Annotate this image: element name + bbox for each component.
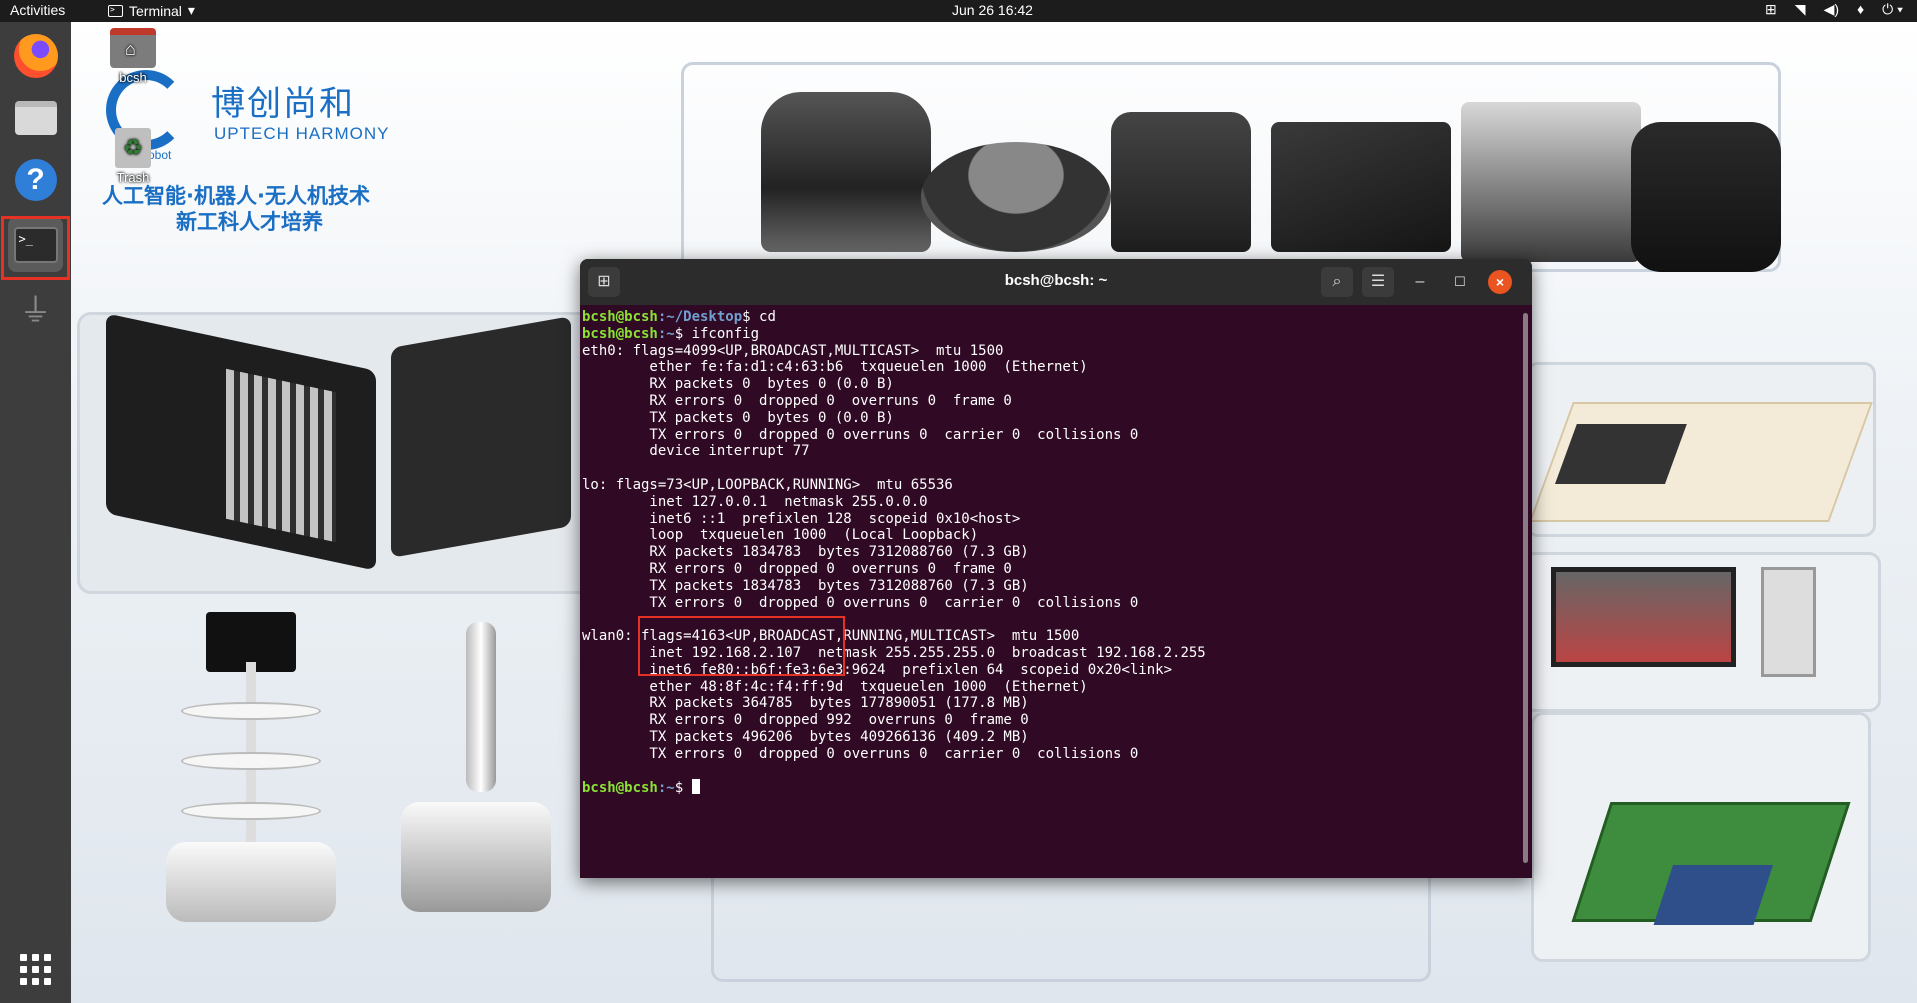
tagline-2: 新工科人才培养: [176, 210, 323, 234]
search-icon: ⌕: [1332, 273, 1342, 290]
minimize-button[interactable]: –: [1406, 269, 1434, 295]
text-cursor: [691, 779, 700, 795]
workbench-image: [1571, 802, 1851, 925]
terminal-icon: >: [108, 4, 123, 17]
output-line: RX packets 0 bytes 0 (0.0 B): [582, 376, 894, 393]
output-line: device interrupt 77: [582, 443, 810, 460]
chevron-down-icon: ▾: [187, 2, 195, 18]
desktop-icon-label: bcsh: [119, 70, 147, 85]
prompt-path: :~/Desktop: [657, 309, 743, 325]
home-folder-icon: [110, 28, 156, 68]
output-line: lo: flags=73<UP,LOOPBACK,RUNNING> mtu 65…: [582, 476, 953, 493]
output-line: RX packets 364785 bytes 177890051 (177.8…: [582, 695, 1029, 712]
prompt-path: :~: [657, 780, 675, 797]
output-line: inet 127.0.0.1 netmask 255.0.0.0: [582, 493, 928, 510]
power-icon[interactable]: ⏻ ▾: [1882, 1, 1903, 18]
output-line: loop txqueuelen 1000 (Local Loopback): [582, 527, 979, 544]
output-line: RX packets 1834783 bytes 7312088760 (7.3…: [582, 544, 1029, 561]
help-icon: ?: [14, 158, 57, 201]
output-line: TX packets 1834783 bytes 7312088760 (7.3…: [582, 577, 1029, 594]
search-button[interactable]: ⌕: [1321, 267, 1353, 297]
robot-image: [921, 142, 1111, 252]
highlight-box-dock: [1, 216, 70, 280]
service-robot-image: [161, 602, 336, 922]
minimize-icon: –: [1415, 273, 1425, 290]
logo-en-text: UPTECH HARMONY: [214, 124, 390, 143]
terminal-titlebar[interactable]: ⊞ bcsh@bcsh: ~ ⌕ ☰ – ☐ ×: [580, 259, 1532, 305]
command-text: $ cd: [742, 309, 776, 325]
robot-image: [1461, 102, 1641, 262]
output-line: TX errors 0 dropped 0 overruns 0 carrier…: [582, 426, 1139, 443]
desktop-icon-home[interactable]: bcsh: [103, 28, 163, 85]
robot-arm-image: [401, 602, 551, 922]
output-line: RX errors 0 dropped 0 overruns 0 frame 0: [582, 560, 1012, 577]
robot-image: [1631, 122, 1781, 272]
app-grid-icon: [20, 954, 51, 985]
terminal-line: bcsh@bcsh:~/Desktop$ cd: [582, 309, 1520, 326]
logo-cn-text: 博创尚和: [211, 84, 355, 124]
maximize-button[interactable]: ☐: [1446, 269, 1474, 295]
clock[interactable]: Jun 26 16:42: [952, 2, 1033, 18]
scrollbar[interactable]: [1523, 313, 1528, 863]
prompt-path: :~: [657, 325, 675, 342]
terminal-output[interactable]: bcsh@bcsh:~/Desktop$ cd bcsh@bcsh:~$ ifco…: [582, 305, 1520, 878]
mic-icon[interactable]: ♦: [1857, 1, 1864, 18]
prompt-user: bcsh@bcsh: [582, 309, 658, 325]
app-menu[interactable]: > Terminal ▾: [108, 2, 195, 19]
prompt-symbol: $: [674, 780, 692, 797]
menu-button[interactable]: ☰: [1362, 267, 1394, 297]
desktop-icon-trash[interactable]: ♻ Trash: [103, 128, 163, 185]
kit-case-image: [391, 316, 571, 558]
prompt-user: bcsh@bcsh: [582, 780, 658, 797]
desktop-icon-label: Trash: [116, 170, 150, 185]
output-line: RX errors 0 dropped 0 overruns 0 frame 0: [582, 392, 1012, 409]
wifi-icon[interactable]: ◥: [1795, 1, 1806, 18]
dock-item-help[interactable]: ?: [8, 152, 63, 207]
output-line: TX packets 496206 bytes 409266136 (409.2…: [582, 728, 1029, 745]
dock-item-files[interactable]: [8, 90, 63, 145]
terminal-window[interactable]: ⊞ bcsh@bcsh: ~ ⌕ ☰ – ☐ × bcsh@bcsh:~/Des…: [580, 259, 1532, 878]
robot-image: [1111, 112, 1251, 252]
pc-tower-image: [1761, 567, 1816, 677]
close-button[interactable]: ×: [1488, 270, 1512, 294]
output-line: inet6 ::1 prefixlen 128 scopeid 0x10<hos…: [582, 510, 1021, 527]
maximize-icon: ☐: [1454, 274, 1466, 289]
app-menu-label: Terminal: [129, 2, 182, 19]
top-bar: Activities > Terminal ▾ Jun 26 16:42 ⊞ ◥…: [0, 0, 1917, 22]
workbench-image: [1529, 402, 1873, 522]
robot-image: [1271, 122, 1451, 252]
dock: ? >_ ⏚: [0, 22, 71, 1003]
firefox-icon: [13, 33, 58, 78]
highlight-box-wlan: [638, 616, 845, 676]
show-applications-button[interactable]: [8, 942, 63, 997]
terminal-line: bcsh@bcsh:~$: [582, 779, 1520, 797]
close-icon: ×: [1495, 274, 1505, 290]
output-line: TX packets 0 bytes 0 (0.0 B): [582, 409, 894, 426]
dock-item-usb[interactable]: ⏚: [8, 280, 63, 335]
trash-icon: ♻: [115, 128, 151, 168]
output-line: ether 48:8f:4c:f4:ff:9d txqueuelen 1000 …: [582, 678, 1088, 695]
terminal-line: bcsh@bcsh:~$ ifconfig: [582, 326, 1520, 343]
activities-button[interactable]: Activities: [10, 2, 65, 18]
system-tray[interactable]: ⊞ ◥ ◀) ♦ ⏻ ▾: [1765, 1, 1903, 18]
files-icon: [14, 100, 57, 135]
robot-image: [761, 92, 931, 252]
ifconfig-output: eth0: flags=4099<UP,BROADCAST,MULTICAST>…: [582, 343, 1520, 780]
usb-icon: ⏚: [19, 291, 52, 328]
output-line: eth0: flags=4099<UP,BROADCAST,MULTICAST>…: [582, 342, 1004, 359]
hamburger-menu-icon: ☰: [1370, 273, 1386, 290]
output-line: TX errors 0 dropped 0 overruns 0 carrier…: [582, 745, 1139, 762]
output-line: TX errors 0 dropped 0 overruns 0 carrier…: [582, 594, 1139, 611]
dock-item-firefox[interactable]: [8, 28, 63, 83]
output-line: ether fe:fa:d1:c4:63:b6 txqueuelen 1000 …: [582, 359, 1088, 376]
prompt-user: bcsh@bcsh: [582, 325, 658, 342]
command-text: $ ifconfig: [674, 325, 760, 342]
output-line: RX errors 0 dropped 992 overruns 0 frame…: [582, 712, 1029, 729]
volume-icon[interactable]: ◀): [1824, 1, 1839, 18]
monitor-image: [1551, 567, 1736, 667]
network-tree-icon[interactable]: ⊞: [1765, 1, 1777, 18]
